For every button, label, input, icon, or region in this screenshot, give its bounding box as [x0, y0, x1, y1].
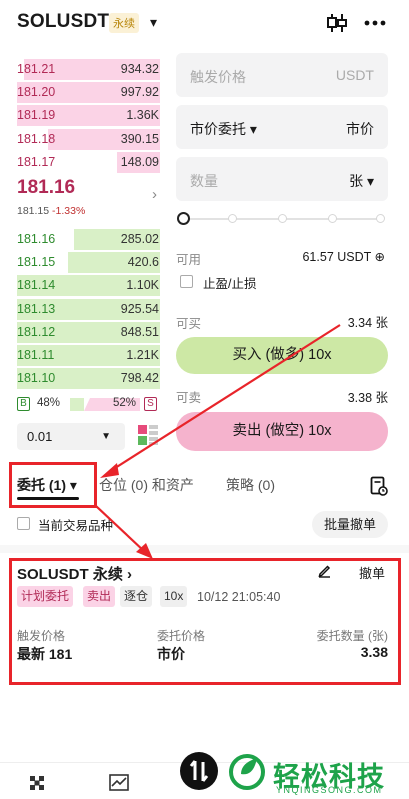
- depth-select[interactable]: 0.01 ▼: [17, 423, 125, 450]
- ask-price: 181.17: [17, 154, 56, 169]
- ask-price: 181.21: [17, 62, 56, 76]
- ask-row[interactable]: 181.17 148.09: [0, 151, 160, 174]
- ask-row[interactable]: 181.19 1.36K: [0, 104, 160, 127]
- swap-arrows-icon: [189, 760, 209, 782]
- bid-qty: 925.54: [120, 301, 159, 316]
- header: SOLUSDT 永续 ▾: [0, 0, 409, 46]
- quantity-unit-select[interactable]: 张 ▾: [349, 171, 374, 191]
- last-price: 181.16: [17, 177, 76, 198]
- ask-row[interactable]: 181.21 934.32: [0, 58, 160, 81]
- quantity-placeholder: 数量: [190, 173, 218, 189]
- watermark-logo: [180, 752, 218, 790]
- order-history-icon[interactable]: [370, 476, 388, 496]
- buy-long-button[interactable]: 买入 (做多) 10x: [176, 337, 388, 374]
- candlestick-chart-icon[interactable]: [326, 12, 348, 34]
- bid-price: 181.10: [17, 371, 56, 386]
- watermark-leaf-icon: [229, 754, 265, 790]
- symbol-title[interactable]: SOLUSDT: [17, 11, 109, 33]
- slider-tick[interactable]: [228, 214, 237, 223]
- available-label: 可用: [176, 253, 202, 267]
- price-mode-label: 市价: [346, 121, 374, 137]
- watermark-subtext: YNQINGSONG.COM: [276, 785, 383, 795]
- mark-price-line: 181.15 -1.33%: [17, 205, 85, 217]
- symbol-dropdown-icon[interactable]: ▾: [150, 14, 157, 31]
- ask-qty: 390.15: [120, 131, 159, 146]
- grid-icon[interactable]: [29, 775, 45, 791]
- bid-price: 181.15: [17, 255, 56, 270]
- highlight-box-order-card: [9, 558, 401, 685]
- order-type-select[interactable]: 市价委托 ▾ 市价: [176, 105, 388, 149]
- ask-row[interactable]: 181.18 390.15: [0, 128, 160, 151]
- highlight-box-orders-tab: [9, 462, 97, 508]
- sell-ratio: 52%: [113, 397, 137, 409]
- ask-qty: 148.09: [120, 154, 159, 169]
- trigger-price-input[interactable]: 触发价格 USDT: [176, 53, 388, 97]
- can-buy-label: 可买: [176, 317, 202, 331]
- quantity-input[interactable]: 数量 张 ▾: [176, 157, 388, 201]
- bid-qty: 285.02: [120, 232, 159, 246]
- depth-value: 0.01: [27, 429, 53, 444]
- bid-row[interactable]: 181.11 1.21K: [0, 344, 160, 367]
- ask-price: 181.20: [17, 85, 56, 100]
- current-pair-label[interactable]: 当前交易品种: [38, 515, 113, 534]
- bid-row[interactable]: 181.12 848.51: [0, 321, 160, 344]
- bid-qty: 420.6: [127, 255, 159, 270]
- chart-icon[interactable]: [109, 774, 129, 791]
- buy-ratio-bar: [70, 398, 84, 411]
- divider: [0, 545, 409, 553]
- sell-ratio-badge: S: [144, 397, 157, 411]
- bid-qty: 798.42: [120, 371, 159, 386]
- slider-tick[interactable]: [278, 214, 287, 223]
- bid-qty: 1.21K: [126, 348, 159, 362]
- can-sell-value: 3.38 张: [347, 391, 388, 405]
- trigger-price-unit: USDT: [335, 67, 374, 83]
- ask-qty: 997.92: [120, 85, 159, 100]
- current-pair-checkbox[interactable]: [17, 517, 30, 530]
- bid-row[interactable]: 181.14 1.10K: [0, 274, 160, 297]
- bid-row[interactable]: 181.10 798.42: [0, 367, 160, 390]
- cancel-all-button[interactable]: 批量撤单: [312, 511, 388, 538]
- bid-price: 181.14: [17, 278, 56, 293]
- tpsl-label[interactable]: 止盈/止损: [203, 273, 256, 292]
- order-type-label: 市价委托 ▾: [190, 121, 257, 137]
- tpsl-checkbox[interactable]: [180, 275, 193, 288]
- ask-price: 181.19: [17, 108, 56, 123]
- bid-row[interactable]: 181.16 285.02: [0, 228, 160, 251]
- sell-short-button[interactable]: 卖出 (做空) 10x: [176, 412, 388, 451]
- chevron-down-icon: ▼: [101, 431, 111, 442]
- bid-row[interactable]: 181.13 925.54: [0, 298, 160, 321]
- available-value[interactable]: 61.57 USDT ⊕: [302, 249, 385, 264]
- more-options-icon[interactable]: [364, 20, 386, 26]
- bid-qty: 848.51: [120, 324, 159, 339]
- slider-tick[interactable]: [376, 214, 385, 223]
- bid-price: 181.11: [17, 348, 55, 362]
- tab-positions[interactable]: 仓位 (0) 和资产: [99, 475, 194, 495]
- change-percent: -1.33%: [52, 205, 86, 217]
- mark-price: 181.15: [17, 205, 50, 217]
- ask-row[interactable]: 181.20 997.92: [0, 81, 160, 104]
- can-buy-value: 3.34 张: [347, 316, 388, 330]
- slider-tick[interactable]: [328, 214, 337, 223]
- chevron-right-icon[interactable]: ›: [152, 186, 157, 203]
- tab-strategy[interactable]: 策略 (0): [226, 475, 275, 495]
- bid-row[interactable]: 181.15 420.6: [0, 251, 160, 274]
- can-sell-label: 可卖: [176, 391, 202, 405]
- slider-handle[interactable]: [177, 212, 190, 225]
- trigger-price-placeholder: 触发价格: [190, 69, 246, 85]
- ask-qty: 934.32: [120, 62, 159, 76]
- buy-ratio: 48%: [37, 397, 61, 409]
- ask-qty: 1.36K: [126, 108, 159, 123]
- buy-ratio-badge: B: [17, 397, 30, 411]
- book-layout-icon[interactable]: [137, 424, 159, 446]
- bid-qty: 1.10K: [126, 278, 159, 293]
- bid-price: 181.12: [17, 324, 56, 339]
- ask-price: 181.18: [17, 131, 56, 146]
- bid-price: 181.13: [17, 301, 56, 316]
- bid-price: 181.16: [17, 232, 56, 246]
- perpetual-badge: 永续: [109, 13, 139, 33]
